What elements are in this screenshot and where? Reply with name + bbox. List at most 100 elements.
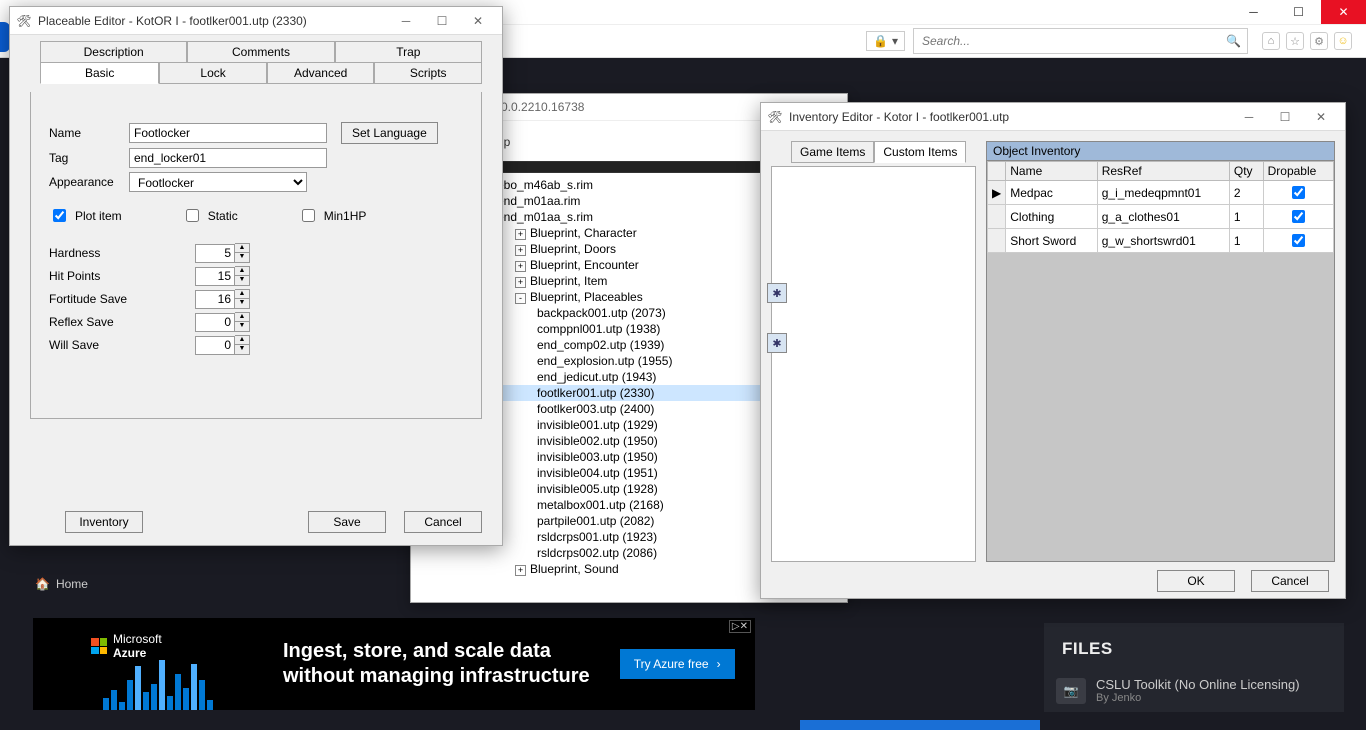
fort-label: Fortitude Save [49,292,195,306]
tab-advanced[interactable]: Advanced [267,62,375,84]
tag-input[interactable] [129,148,327,168]
table-row[interactable]: Short Swordg_w_shortswrd011 [988,229,1334,253]
remove-item-icon[interactable]: ✱ [767,333,787,353]
col-dropable[interactable]: Dropable [1263,162,1333,181]
dropable-checkbox[interactable] [1292,210,1305,223]
breadcrumb[interactable]: 🏠Home [35,576,88,591]
hp-label: Hit Points [49,269,195,283]
expand-icon[interactable]: + [515,261,526,272]
plot-checkbox[interactable]: Plot item [49,206,122,225]
camera-icon: 📷 [1056,678,1086,704]
name-label: Name [49,126,129,140]
cancel-button[interactable]: Cancel [1251,570,1329,592]
minimize-button[interactable]: ─ [388,11,424,31]
hardness-spinner[interactable]: ▲▼ [235,243,250,263]
tree-node-label: ebo_m46ab_s.rim [497,178,593,192]
progress-bar [800,720,1040,730]
ad-cta-label: Try Azure free [634,657,709,671]
feedback-icon[interactable]: ☺ [1334,32,1352,50]
hp-input[interactable] [195,267,235,286]
dropable-checkbox[interactable] [1292,186,1305,199]
tree-node-label: partpile001.utp (2082) [537,514,654,528]
inventory-grid[interactable]: Name ResRef Qty Dropable ▶Medpacg_i_mede… [986,161,1335,562]
tree-node-label: backpack001.utp (2073) [537,306,666,320]
tab-game-items[interactable]: Game Items [791,141,874,163]
tree-node-label: footlker001.utp (2330) [537,386,654,400]
col-name[interactable]: Name [1006,162,1097,181]
tree-node-label: footlker003.utp (2400) [537,402,654,416]
tree-node-label: rsldcrps002.utp (2086) [537,546,657,560]
col-resref[interactable]: ResRef [1097,162,1229,181]
tab-custom-items[interactable]: Custom Items [874,141,966,163]
close-button[interactable]: ✕ [1303,107,1339,127]
expand-icon[interactable]: + [515,565,526,576]
browser-minimize[interactable]: ─ [1231,0,1276,24]
reflex-label: Reflex Save [49,315,195,329]
search-input[interactable] [920,33,1200,49]
ad-options[interactable]: ▷✕ [729,620,751,633]
home-icon[interactable]: ⌂ [1262,32,1280,50]
table-row[interactable]: ▶Medpacg_i_medeqpmnt012 [988,181,1334,205]
tree-node-label: invisible001.utp (1929) [537,418,658,432]
add-item-icon[interactable]: ✱ [767,283,787,303]
hp-spinner[interactable]: ▲▼ [235,266,250,286]
table-row[interactable]: Clothingg_a_clothes011 [988,205,1334,229]
inventory-button[interactable]: Inventory [65,511,143,533]
items-list[interactable] [771,166,976,562]
reflex-spinner[interactable]: ▲▼ [235,312,250,332]
settings-icon[interactable]: ⚙ [1310,32,1328,50]
appearance-label: Appearance [49,175,129,189]
tree-node-label: end_m01aa.rim [497,194,580,208]
maximize-button[interactable]: ☐ [1267,107,1303,127]
minimize-button[interactable]: ─ [1231,107,1267,127]
file-item[interactable]: 📷 CSLU Toolkit (No Online Licensing) By … [1044,669,1344,712]
tab-basic[interactable]: Basic [40,62,159,84]
tag-label: Tag [49,151,129,165]
col-qty[interactable]: Qty [1229,162,1263,181]
browser-maximize[interactable]: ☐ [1276,0,1321,24]
appearance-select[interactable]: Footlocker [129,172,307,192]
tab-trap[interactable]: Trap [335,41,482,63]
breadcrumb-home[interactable]: Home [56,577,88,591]
tree-node-label: invisible004.utp (1951) [537,466,658,480]
window-title: Placeable Editor - KotOR I - footlker001… [38,14,388,28]
name-input[interactable] [129,123,327,143]
maximize-button[interactable]: ☐ [424,11,460,31]
fort-input[interactable] [195,290,235,309]
fort-spinner[interactable]: ▲▼ [235,289,250,309]
tab-lock[interactable]: Lock [159,62,267,84]
app-icon: 🛠 [767,109,783,125]
expand-icon[interactable]: + [515,277,526,288]
will-spinner[interactable]: ▲▼ [235,335,250,355]
search-box[interactable]: 🔍 [913,28,1248,54]
tab-description[interactable]: Description [40,41,187,63]
ad-cta-button[interactable]: Try Azure free › [620,649,735,679]
save-button[interactable]: Save [308,511,386,533]
url-security[interactable]: 🔒▾ [866,31,905,51]
cancel-button[interactable]: Cancel [404,511,482,533]
reflex-input[interactable] [195,313,235,332]
expand-icon[interactable]: + [515,229,526,240]
chevron-down-icon: ▾ [892,34,898,48]
tree-node-label: end_comp02.utp (1939) [537,338,664,352]
expand-icon[interactable]: + [515,245,526,256]
tab-comments[interactable]: Comments [187,41,334,63]
dropable-checkbox[interactable] [1292,234,1305,247]
tab-scripts[interactable]: Scripts [374,62,482,84]
expand-icon[interactable]: - [515,293,526,304]
min1hp-checkbox[interactable]: Min1HP [298,206,367,225]
search-icon[interactable]: 🔍 [1226,34,1241,48]
grid-title: Object Inventory [986,141,1335,161]
advertisement[interactable]: MicrosoftAzure Ingest, store, and scale … [33,618,755,710]
file-author: By Jenko [1096,692,1300,704]
ok-button[interactable]: OK [1157,570,1235,592]
favorites-icon[interactable]: ☆ [1286,32,1304,50]
tree-node-label: metalbox001.utp (2168) [537,498,664,512]
close-button[interactable]: ✕ [460,11,496,31]
static-checkbox[interactable]: Static [182,206,238,225]
browser-close[interactable]: ✕ [1321,0,1366,24]
files-header: FILES [1044,623,1344,669]
hardness-input[interactable] [195,244,235,263]
set-language-button[interactable]: Set Language [341,122,438,144]
will-input[interactable] [195,336,235,355]
